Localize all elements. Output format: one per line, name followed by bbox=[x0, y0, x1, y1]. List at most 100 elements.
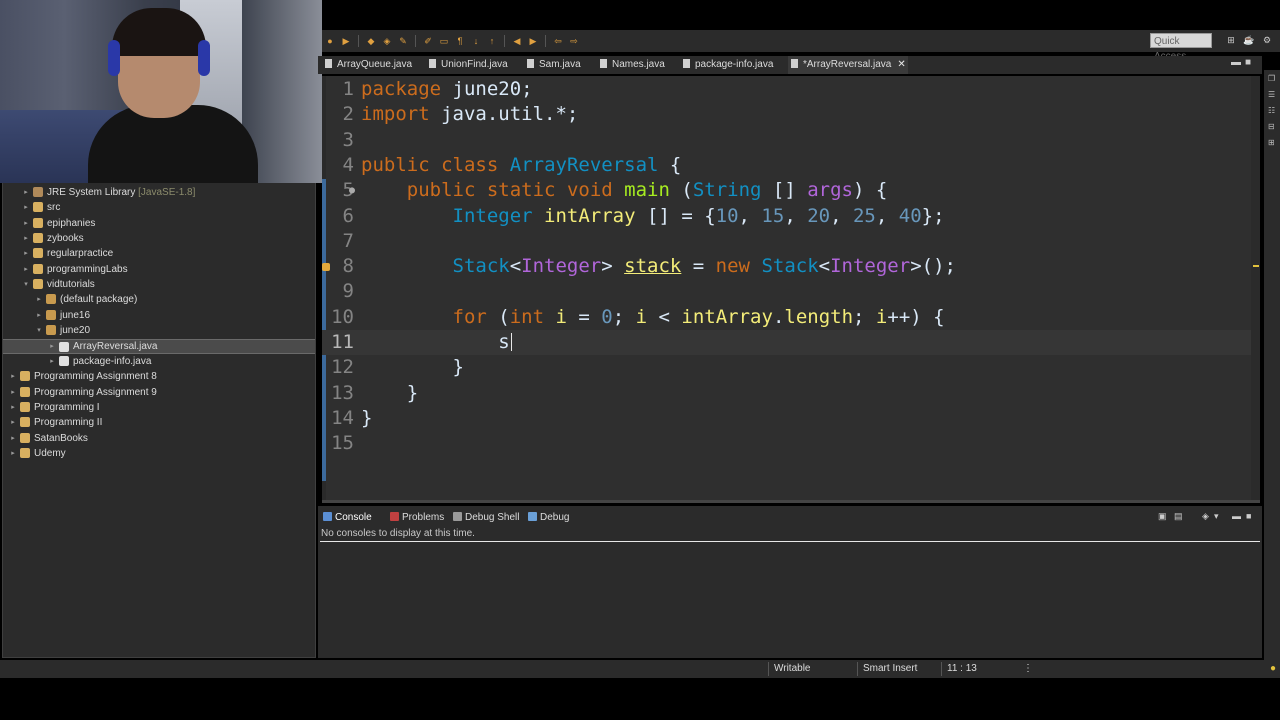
code-line[interactable]: 11 s bbox=[322, 330, 1260, 355]
editor-tab[interactable]: ArrayQueue.java bbox=[322, 56, 420, 74]
forward-icon[interactable]: ▶ bbox=[527, 35, 539, 47]
expand-arrow-icon[interactable]: ▸ bbox=[48, 354, 56, 369]
restore-icon[interactable]: ❐ bbox=[1268, 74, 1277, 83]
run-icon[interactable]: ▶ bbox=[340, 35, 352, 47]
editor-tab[interactable]: *ArrayReversal.java ✕ bbox=[788, 56, 908, 74]
tree-item[interactable]: ▸ programmingLabs bbox=[3, 262, 315, 277]
overview-ruler[interactable] bbox=[1251, 76, 1260, 500]
maximize-console-icon[interactable]: ■ bbox=[1246, 511, 1251, 521]
tree-item[interactable]: ▸ zybooks bbox=[3, 231, 315, 246]
chevron-down-icon[interactable]: ▾ bbox=[1214, 511, 1219, 522]
code-line[interactable]: 13 } bbox=[322, 381, 1260, 406]
expand-arrow-icon[interactable]: ▸ bbox=[9, 415, 17, 430]
code-line[interactable]: 2 import java.util.*; bbox=[322, 102, 1260, 127]
tree-item[interactable]: ▸ SatanBooks bbox=[3, 431, 315, 446]
previous-annotation-icon[interactable]: ↑ bbox=[486, 35, 498, 47]
minimize-editor-icon[interactable]: ▬ bbox=[1231, 57, 1241, 68]
code-line[interactable]: 4 public class ArrayReversal { bbox=[322, 153, 1260, 178]
back-icon[interactable]: ◀ bbox=[511, 35, 523, 47]
maximize-editor-icon[interactable]: ■ bbox=[1245, 57, 1251, 68]
pin-editor-icon[interactable]: ⇦ bbox=[552, 35, 564, 47]
java-perspective-icon[interactable]: ☕ bbox=[1243, 35, 1255, 46]
display-console-icon[interactable]: ▤ bbox=[1174, 511, 1183, 522]
code-line[interactable]: 8 Stack<Integer> stack = new Stack<Integ… bbox=[322, 254, 1260, 279]
tree-item[interactable]: ▸ Udemy bbox=[3, 446, 315, 461]
expand-arrow-icon[interactable]: ▸ bbox=[22, 216, 30, 231]
search-icon[interactable]: ✎ bbox=[397, 35, 409, 47]
code-line[interactable]: 7 bbox=[322, 229, 1260, 254]
tree-item[interactable]: ▸ regularpractice bbox=[3, 246, 315, 261]
editor-tab[interactable]: Sam.java bbox=[524, 56, 592, 74]
tree-item[interactable]: ▾ june20 bbox=[3, 323, 315, 338]
expand-arrow-icon[interactable]: ▸ bbox=[35, 308, 43, 323]
view-menu-icon[interactable]: ◈ bbox=[1202, 511, 1209, 522]
status-cursor-position[interactable]: 11 : 13 bbox=[941, 662, 977, 676]
code-line[interactable]: 5 ● public static void main (String [] ar… bbox=[322, 178, 1260, 203]
tree-item[interactable]: ▸ Programming II bbox=[3, 415, 315, 430]
toggle-mark-occurrences-icon[interactable]: ✐ bbox=[422, 35, 434, 47]
editor-tab[interactable]: Names.java bbox=[597, 56, 675, 74]
code-editor[interactable]: 1 package june20; 2 import java.util.*; 3 4 pu… bbox=[322, 76, 1260, 500]
debug-icon[interactable]: ● bbox=[324, 35, 336, 47]
tree-item[interactable]: ▸ epiphanies bbox=[3, 216, 315, 231]
tip-icon[interactable]: ● bbox=[1265, 662, 1276, 676]
tree-item[interactable]: ▸ Programming Assignment 9 bbox=[3, 385, 315, 400]
minimize-console-icon[interactable]: ▬ bbox=[1232, 511, 1241, 521]
console-tab[interactable]: Console bbox=[323, 510, 372, 526]
expand-arrow-icon[interactable]: ▸ bbox=[22, 231, 30, 246]
tree-item[interactable]: ▸ june16 bbox=[3, 308, 315, 323]
status-insert-mode[interactable]: Smart Insert bbox=[857, 662, 917, 676]
open-perspective-icon[interactable]: ⊞ bbox=[1225, 35, 1237, 46]
outline-icon[interactable]: ⊟ bbox=[1268, 122, 1277, 131]
debug-perspective-icon[interactable]: ⚙ bbox=[1261, 35, 1273, 46]
show-whitespace-icon[interactable]: ¶ bbox=[454, 35, 466, 47]
collapse-arrow-icon[interactable]: ▾ bbox=[35, 323, 43, 338]
tree-item[interactable]: ▸ Programming I bbox=[3, 400, 315, 415]
code-line[interactable]: 1 package june20; bbox=[322, 77, 1260, 102]
expand-arrow-icon[interactable]: ▸ bbox=[35, 292, 43, 307]
open-console-icon[interactable]: ▣ bbox=[1158, 511, 1167, 522]
expand-arrow-icon[interactable]: ▸ bbox=[9, 446, 17, 461]
expand-arrow-icon[interactable]: ▸ bbox=[9, 385, 17, 400]
quick-access-input[interactable]: Quick Access bbox=[1150, 33, 1212, 62]
tree-item[interactable]: ▸ (default package) bbox=[3, 292, 315, 307]
open-type-icon[interactable]: ◈ bbox=[381, 35, 393, 47]
code-line[interactable]: 10 for (int i = 0; i < intArray.length; … bbox=[322, 305, 1260, 330]
expand-arrow-icon[interactable]: ▸ bbox=[9, 431, 17, 446]
next-annotation-icon[interactable]: ↓ bbox=[470, 35, 482, 47]
task-list-icon[interactable]: ☷ bbox=[1268, 106, 1277, 115]
tree-item[interactable]: ▸ Programming Assignment 8 bbox=[3, 369, 315, 384]
collapse-arrow-icon[interactable]: ▾ bbox=[22, 277, 30, 292]
outline-view-icon[interactable]: ☰ bbox=[1268, 90, 1277, 99]
expand-arrow-icon[interactable]: ▸ bbox=[22, 200, 30, 215]
code-line[interactable]: 14} bbox=[322, 406, 1260, 431]
tree-item[interactable]: ▾ vidtutorials bbox=[3, 277, 315, 292]
editor-tab[interactable]: package-info.java bbox=[680, 56, 783, 74]
tree-item[interactable]: ▸ src bbox=[3, 200, 315, 215]
expand-arrow-icon[interactable]: ▸ bbox=[48, 340, 56, 353]
warning-marker-icon[interactable] bbox=[322, 263, 330, 271]
tree-item[interactable]: ▸ ArrayReversal.java bbox=[3, 338, 315, 354]
last-edit-icon[interactable]: ⇨ bbox=[568, 35, 580, 47]
code-line[interactable]: 3 bbox=[322, 128, 1260, 153]
code-line[interactable]: 9 bbox=[322, 279, 1260, 304]
fold-marker-icon[interactable]: ● bbox=[349, 178, 355, 203]
editor-tab[interactable]: UnionFind.java bbox=[426, 56, 518, 74]
type-hierarchy-icon[interactable]: ⊞ bbox=[1268, 138, 1277, 147]
new-java-class-icon[interactable]: ◆ bbox=[365, 35, 377, 47]
expand-arrow-icon[interactable]: ▸ bbox=[22, 246, 30, 261]
console-tab[interactable]: Problems bbox=[390, 510, 444, 526]
tree-item[interactable]: ▸ JRE System Library [JavaSE-1.8] bbox=[3, 185, 315, 200]
close-icon[interactable]: ✕ bbox=[897, 59, 905, 70]
expand-arrow-icon[interactable]: ▸ bbox=[22, 262, 30, 277]
code-line[interactable]: 6 Integer intArray [] = {10, 15, 20, 25,… bbox=[322, 204, 1260, 229]
expand-arrow-icon[interactable]: ▸ bbox=[9, 400, 17, 415]
console-tab[interactable]: Debug Shell bbox=[453, 510, 519, 526]
code-line[interactable]: 15 bbox=[322, 431, 1260, 456]
block-selection-icon[interactable]: ▭ bbox=[438, 35, 450, 47]
tree-item[interactable]: ▸ package-info.java bbox=[3, 354, 315, 369]
code-line[interactable]: 12 } bbox=[322, 355, 1260, 380]
console-tab[interactable]: Debug bbox=[528, 510, 569, 526]
expand-arrow-icon[interactable]: ▸ bbox=[22, 185, 30, 200]
editor-horizontal-scrollbar[interactable] bbox=[322, 500, 1260, 503]
